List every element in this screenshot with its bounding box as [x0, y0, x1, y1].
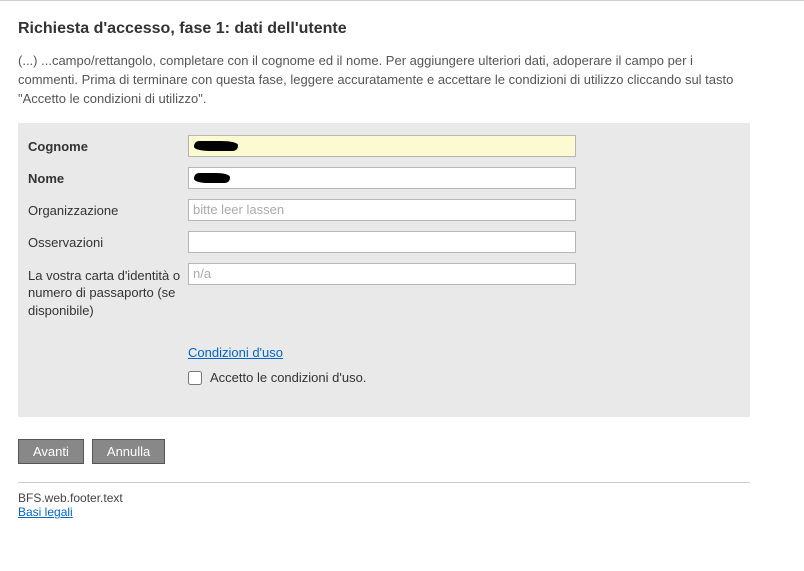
form-panel: Cognome Nome Organizzazione [18, 123, 750, 418]
org-input[interactable] [188, 199, 576, 221]
page-container: Richiesta d'accesso, fase 1: dati dell'u… [0, 2, 768, 529]
row-oss: Osservazioni [28, 231, 740, 253]
tos-link[interactable]: Condizioni d'uso [188, 345, 283, 360]
oss-label: Osservazioni [28, 231, 188, 250]
oss-input[interactable] [188, 231, 576, 253]
tos-checkbox[interactable] [188, 371, 202, 385]
cognome-label: Cognome [28, 135, 188, 154]
org-label: Organizzazione [28, 199, 188, 218]
cognome-input[interactable] [188, 135, 576, 157]
forward-button[interactable]: Avanti [18, 439, 84, 464]
button-row: Avanti Annulla [18, 439, 750, 464]
footer-legal-link[interactable]: Basi legali [18, 505, 73, 519]
footer: BFS.web.footer.text Basi legali [18, 482, 750, 519]
id-label: La vostra carta d'identità o numero di p… [28, 263, 188, 320]
tos-checkbox-row: Accetto le condizioni d'uso. [188, 370, 366, 385]
cancel-button[interactable]: Annulla [92, 439, 165, 464]
id-input[interactable] [188, 263, 576, 285]
row-org: Organizzazione [28, 199, 740, 221]
row-id: La vostra carta d'identità o numero di p… [28, 263, 740, 320]
tos-spacer [28, 329, 188, 333]
row-cognome: Cognome [28, 135, 740, 157]
row-tos: Condizioni d'uso Accetto le condizioni d… [28, 329, 740, 399]
intro-text: (...) ...campo/rettangolo, completare co… [18, 52, 750, 109]
nome-input[interactable] [188, 167, 576, 189]
row-nome: Nome [28, 167, 740, 189]
page-title: Richiesta d'accesso, fase 1: dati dell'u… [18, 20, 750, 38]
nome-label: Nome [28, 167, 188, 186]
tos-checkbox-label: Accetto le condizioni d'uso. [210, 370, 366, 385]
footer-text: BFS.web.footer.text [18, 491, 750, 505]
